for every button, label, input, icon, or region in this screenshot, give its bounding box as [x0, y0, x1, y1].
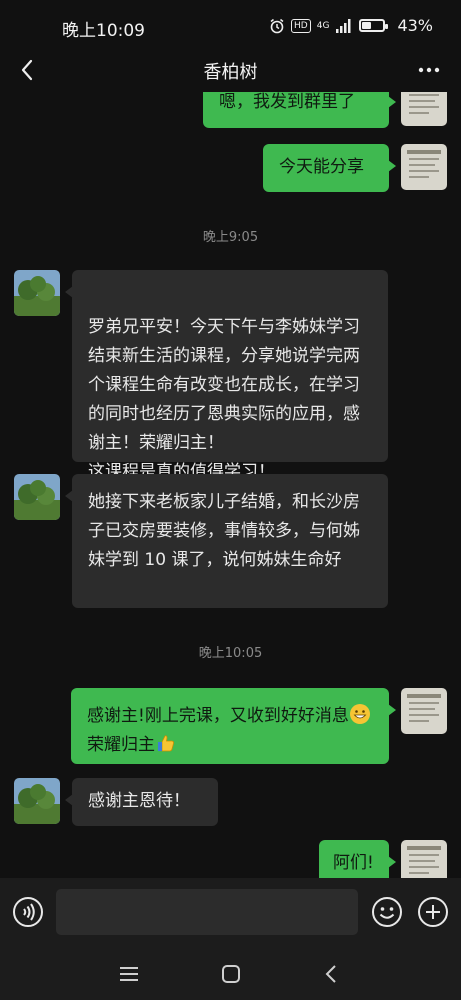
message-text: 感谢主!刚上完课，又收到好好消息 — [87, 706, 349, 726]
message-text: 嗯，我发到群里了 — [219, 92, 355, 112]
message-bubble-sent[interactable]: 阿们! — [319, 840, 396, 878]
hd-badge: HD — [291, 18, 311, 33]
message-text: 今天能分享 — [279, 157, 364, 177]
message-text: 荣耀归主 — [87, 735, 155, 755]
contact-avatar[interactable] — [14, 778, 60, 824]
contact-avatar[interactable] — [14, 474, 60, 520]
avatar-image — [401, 840, 447, 878]
home-icon[interactable] — [219, 962, 243, 986]
input-bar — [0, 878, 461, 948]
message-bubble-received[interactable]: 罗弟兄平安！今天下午与李姊妹学习结束新生活的课程，分享她说学完两个课程生命有改变… — [65, 270, 388, 482]
my-avatar[interactable] — [401, 144, 447, 190]
timestamp: 晚上10:05 — [198, 646, 263, 661]
message-list[interactable]: 嗯，我发到群里了 今天能分享 晚上9:05 罗弟兄平安！今天下午与李姊妹学习结束… — [0, 92, 461, 878]
my-avatar[interactable] — [401, 92, 447, 126]
contact-avatar[interactable] — [14, 270, 60, 316]
avatar-image — [14, 778, 60, 824]
message-text: 阿们! — [333, 853, 374, 873]
avatar-image — [14, 474, 60, 520]
system-nav-bar — [0, 948, 461, 1000]
message-bubble-received[interactable]: 感谢主恩待！ — [65, 778, 218, 826]
emoji-icon[interactable] — [371, 896, 403, 928]
network-label: 4G — [316, 20, 330, 31]
status-bar: 晚上10:09 HD 4G 43% — [0, 0, 461, 52]
voice-icon[interactable] — [12, 896, 44, 928]
timestamp: 晚上9:05 — [202, 230, 259, 245]
menu-icon[interactable] — [117, 962, 141, 986]
plus-icon[interactable] — [417, 896, 449, 928]
signal-icon — [336, 18, 351, 33]
message-bubble-sent[interactable]: 今天能分享 — [263, 144, 396, 192]
status-icons: HD 4G 43% — [269, 16, 433, 35]
message-text: 罗弟兄平安！今天下午与李姊妹学习结束新生活的课程，分享她说学完两个课程生命有改变… — [88, 317, 360, 482]
avatar-image — [14, 270, 60, 316]
grin-emoji-icon — [349, 704, 370, 724]
chat-header: 香柏树 — [0, 52, 461, 92]
battery-percent: 43% — [397, 16, 433, 35]
message-bubble-received[interactable]: 她接下来老板家儿子结婚，和长沙房子已交房要装修，事情较多，与何姊妹学到 10 课… — [65, 474, 388, 608]
message-text: 感谢主恩待！ — [88, 791, 190, 811]
message-input[interactable] — [56, 889, 358, 935]
nav-back-icon[interactable] — [320, 962, 344, 986]
avatar-image — [401, 688, 447, 734]
chat-title: 香柏树 — [203, 62, 258, 83]
thumbs-up-emoji-icon — [156, 733, 176, 753]
alarm-icon — [270, 18, 284, 33]
status-time: 晚上10:09 — [62, 21, 145, 41]
my-avatar[interactable] — [401, 688, 447, 734]
battery-icon — [359, 19, 389, 32]
my-avatar[interactable] — [401, 840, 447, 878]
message-bubble-sent[interactable]: 嗯，我发到群里了 — [203, 92, 396, 128]
more-dots-icon[interactable] — [415, 56, 443, 84]
message-bubble-sent[interactable]: 感谢主!刚上完课，又收到好好消息荣耀归主 — [71, 688, 396, 764]
avatar-image — [401, 92, 447, 126]
avatar-image — [401, 144, 447, 190]
message-text: 她接下来老板家儿子结婚，和长沙房子已交房要装修，事情较多，与何姊妹学到 10 课… — [88, 492, 360, 570]
